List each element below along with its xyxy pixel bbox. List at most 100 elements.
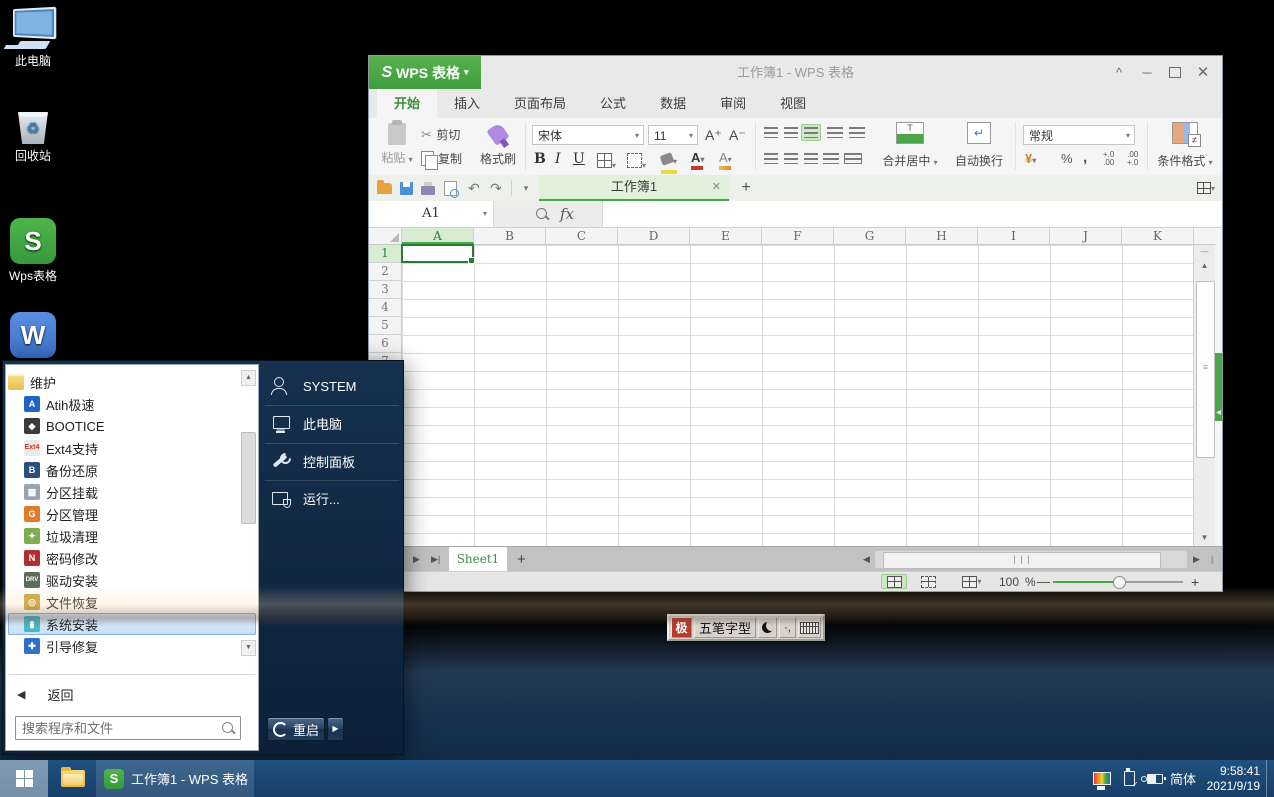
bold-button[interactable]: B — [534, 151, 546, 167]
ribbon-tab-审阅[interactable]: 审阅 — [703, 89, 763, 118]
start-right-item-此电脑[interactable]: 此电脑 — [261, 407, 401, 441]
start-menu-item-分区管理[interactable]: G分区管理 — [8, 503, 256, 525]
next-sheet-button[interactable]: ▶ — [413, 547, 420, 572]
maximize-button[interactable] — [1162, 62, 1188, 83]
desktop-icon-recycle-bin[interactable]: ♻ 回收站 — [0, 112, 66, 164]
distribute-button[interactable] — [843, 150, 863, 167]
row-header-1[interactable]: 1 — [369, 245, 401, 263]
taskbar-wps-task-button[interactable]: S 工作簿1 - WPS 表格 — [96, 760, 254, 797]
ime-name[interactable]: 五笔字型 — [694, 617, 756, 638]
column-header-H[interactable]: H — [906, 228, 978, 244]
sheet-cells[interactable] — [402, 245, 1194, 546]
desktop-icon-wps-sheet[interactable]: S Wps表格 — [0, 218, 66, 284]
tray-display-icon[interactable] — [1090, 760, 1114, 797]
side-panel-tab[interactable]: ◀ — [1215, 353, 1222, 421]
font-color-button[interactable]: A⁺A▾ — [691, 150, 704, 170]
vertical-scroll-thumb[interactable]: ≡ — [1196, 281, 1215, 458]
shrink-font-button[interactable]: A⁻ — [729, 127, 746, 144]
ribbon-tab-公式[interactable]: 公式 — [583, 89, 643, 118]
align-left-button[interactable] — [761, 150, 781, 167]
row-header-2[interactable]: 2 — [369, 263, 401, 281]
formula-input[interactable] — [603, 205, 1203, 223]
row-header-4[interactable]: 4 — [369, 299, 401, 317]
sheet-tab-sheet1[interactable]: Sheet1 — [449, 547, 507, 572]
restart-button[interactable]: 重启 — [267, 717, 325, 741]
start-menu-item-Ext4支持[interactable]: Ext4Ext4支持 — [8, 437, 256, 459]
back-button[interactable]: ◀ 返回 — [7, 682, 257, 706]
wps-app-button[interactable]: S WPS 表格 ▾ — [369, 56, 481, 89]
start-menu-item-备份还原[interactable]: B备份还原 — [8, 459, 256, 481]
minimize-button[interactable]: ─ — [1134, 62, 1160, 83]
italic-button[interactable]: I — [555, 151, 561, 167]
copy-button[interactable]: 复制 — [421, 150, 462, 167]
list-scroll-down-icon[interactable]: ▼ — [241, 640, 256, 656]
number-format-combo[interactable]: 常规▾ — [1023, 125, 1135, 145]
close-tab-icon[interactable]: ✕ — [712, 175, 721, 199]
desktop-icon-this-pc[interactable]: 此电脑 — [0, 8, 66, 69]
name-box[interactable]: A1 ▾ — [369, 201, 494, 227]
start-button[interactable] — [0, 760, 48, 797]
row-header-3[interactable]: 3 — [369, 281, 401, 299]
taskbar-clock[interactable]: 9:58:41 2021/9/19 — [1207, 760, 1260, 797]
start-menu-item-垃圾清理[interactable]: ✦垃圾清理 — [8, 525, 256, 547]
zoom-in-button[interactable]: + — [1191, 572, 1199, 592]
zoom-slider[interactable] — [1053, 581, 1183, 583]
taskbar-explorer-button[interactable] — [52, 760, 94, 797]
decrease-indent-button[interactable] — [825, 124, 845, 141]
start-right-item-SYSTEM[interactable]: SYSTEM — [261, 369, 401, 403]
align-right-button[interactable] — [801, 150, 821, 167]
horizontal-scroll-thumb[interactable]: | | | — [883, 552, 1161, 569]
tray-language-indicator[interactable]: 简体 — [1168, 760, 1198, 797]
print-preview-button[interactable] — [441, 179, 459, 197]
merge-center-button[interactable]: T 合并居中 ▾ — [875, 122, 945, 169]
column-header-F[interactable]: F — [762, 228, 834, 244]
start-menu-item-系统安装[interactable]: ▮系统安装 — [8, 613, 256, 635]
print-button[interactable] — [419, 179, 437, 197]
column-header-B[interactable]: B — [474, 228, 546, 244]
fullwidth-toggle-button[interactable] — [758, 617, 777, 638]
hscroll-left-icon[interactable]: ◀ — [863, 547, 870, 572]
close-button[interactable]: ✕ — [1190, 62, 1216, 83]
undo-button[interactable]: ↶ — [465, 179, 483, 197]
currency-format-button[interactable]: ¥▾ — [1025, 151, 1036, 166]
wrap-text-button[interactable]: ↵ 自动换行 — [949, 122, 1009, 169]
ime-logo[interactable]: 极 — [671, 617, 692, 638]
align-bottom-button[interactable] — [801, 124, 821, 141]
grow-font-button[interactable]: A⁺ — [705, 127, 722, 144]
search-icon[interactable] — [536, 208, 547, 219]
zoom-slider-thumb[interactable] — [1113, 576, 1126, 589]
justify-button[interactable] — [821, 150, 841, 167]
start-menu-item-文件恢复[interactable]: ◎文件恢复 — [8, 591, 256, 613]
row-header-6[interactable]: 6 — [369, 335, 401, 353]
task-pane-button[interactable]: ▾ — [1197, 179, 1215, 197]
document-tab[interactable]: 工作簿1 ✕ — [539, 175, 729, 201]
column-header-G[interactable]: G — [834, 228, 906, 244]
zoom-out-button[interactable]: — — [1037, 572, 1050, 592]
format-painter-button[interactable]: 格式刷 — [475, 123, 521, 167]
insert-function-button[interactable]: fx — [560, 201, 574, 227]
ribbon-tab-插入[interactable]: 插入 — [437, 89, 497, 118]
fill-color-button[interactable]: ▾ — [661, 151, 677, 174]
horizontal-scrollbar[interactable]: | | | — [875, 551, 1187, 568]
normal-view-button[interactable] — [881, 574, 907, 589]
comma-format-button[interactable]: , — [1083, 149, 1087, 166]
tabbar-resize-handle[interactable]: | — [1211, 547, 1213, 572]
column-header-J[interactable]: J — [1050, 228, 1122, 244]
column-header-E[interactable]: E — [690, 228, 762, 244]
collapse-ribbon-button[interactable]: ^ — [1106, 62, 1132, 83]
scroll-up-icon[interactable]: ▲ — [1194, 261, 1215, 270]
search-input[interactable] — [15, 716, 241, 740]
start-right-item-运行...[interactable]: 运行... — [261, 482, 401, 516]
selected-cell-a1[interactable] — [401, 244, 474, 263]
list-scroll-up-icon[interactable]: ▲ — [241, 370, 256, 386]
start-menu-item-引导修复[interactable]: ✚引导修复 — [8, 635, 256, 657]
show-desktop-button[interactable] — [1266, 760, 1274, 797]
ribbon-tab-开始[interactable]: 开始 — [377, 89, 437, 118]
ribbon-tab-数据[interactable]: 数据 — [643, 89, 703, 118]
draw-border-button[interactable]: ▾ — [627, 153, 646, 173]
increase-decimal-button[interactable]: +.0.00 — [1103, 151, 1114, 167]
start-menu-item-维护[interactable]: 维护 — [8, 371, 240, 393]
font-name-combo[interactable]: 宋体▾ — [532, 125, 644, 145]
cut-button[interactable]: ✂ 剪切 — [421, 126, 460, 144]
custom-view-button[interactable]: ▾ — [955, 574, 989, 589]
